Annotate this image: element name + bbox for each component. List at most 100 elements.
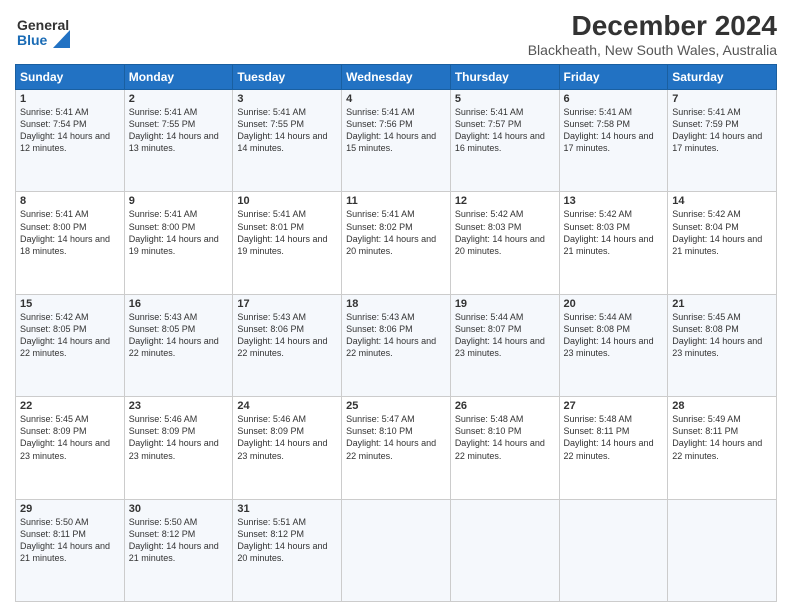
table-row: 9Sunrise: 5:41 AMSunset: 8:00 PMDaylight… <box>124 192 233 294</box>
table-row: 11Sunrise: 5:41 AMSunset: 8:02 PMDayligh… <box>342 192 451 294</box>
page-title: December 2024 <box>528 10 777 42</box>
day-number: 17 <box>237 298 337 310</box>
day-number: 29 <box>20 503 120 515</box>
table-row: 30Sunrise: 5:50 AMSunset: 8:12 PMDayligh… <box>124 499 233 601</box>
table-row: 19Sunrise: 5:44 AMSunset: 8:07 PMDayligh… <box>450 294 559 396</box>
day-number: 26 <box>455 400 555 412</box>
calendar-week-row: 22Sunrise: 5:45 AMSunset: 8:09 PMDayligh… <box>16 397 777 499</box>
calendar-table: Sunday Monday Tuesday Wednesday Thursday… <box>15 64 777 602</box>
day-number: 24 <box>237 400 337 412</box>
day-info: Sunrise: 5:42 AMSunset: 8:05 PMDaylight:… <box>20 311 120 360</box>
day-info: Sunrise: 5:41 AMSunset: 8:02 PMDaylight:… <box>346 208 446 257</box>
day-info: Sunrise: 5:42 AMSunset: 8:03 PMDaylight:… <box>564 208 664 257</box>
day-info: Sunrise: 5:49 AMSunset: 8:11 PMDaylight:… <box>672 413 772 462</box>
day-info: Sunrise: 5:50 AMSunset: 8:11 PMDaylight:… <box>20 516 120 565</box>
table-row: 27Sunrise: 5:48 AMSunset: 8:11 PMDayligh… <box>559 397 668 499</box>
day-info: Sunrise: 5:41 AMSunset: 7:57 PMDaylight:… <box>455 106 555 155</box>
day-number: 21 <box>672 298 772 310</box>
logo: General Blue <box>15 10 70 58</box>
day-info: Sunrise: 5:41 AMSunset: 7:55 PMDaylight:… <box>237 106 337 155</box>
day-info: Sunrise: 5:50 AMSunset: 8:12 PMDaylight:… <box>129 516 229 565</box>
day-number: 31 <box>237 503 337 515</box>
table-row <box>559 499 668 601</box>
calendar-week-row: 29Sunrise: 5:50 AMSunset: 8:11 PMDayligh… <box>16 499 777 601</box>
calendar-week-row: 8Sunrise: 5:41 AMSunset: 8:00 PMDaylight… <box>16 192 777 294</box>
day-info: Sunrise: 5:41 AMSunset: 7:54 PMDaylight:… <box>20 106 120 155</box>
col-monday: Monday <box>124 65 233 90</box>
day-number: 22 <box>20 400 120 412</box>
day-number: 25 <box>346 400 446 412</box>
day-number: 18 <box>346 298 446 310</box>
day-info: Sunrise: 5:48 AMSunset: 8:11 PMDaylight:… <box>564 413 664 462</box>
day-number: 5 <box>455 93 555 105</box>
table-row: 7Sunrise: 5:41 AMSunset: 7:59 PMDaylight… <box>668 90 777 192</box>
table-row: 8Sunrise: 5:41 AMSunset: 8:00 PMDaylight… <box>16 192 125 294</box>
day-number: 6 <box>564 93 664 105</box>
col-sunday: Sunday <box>16 65 125 90</box>
table-row: 17Sunrise: 5:43 AMSunset: 8:06 PMDayligh… <box>233 294 342 396</box>
table-row: 23Sunrise: 5:46 AMSunset: 8:09 PMDayligh… <box>124 397 233 499</box>
table-row: 29Sunrise: 5:50 AMSunset: 8:11 PMDayligh… <box>16 499 125 601</box>
header: General Blue December 2024 Blackheath, N… <box>15 10 777 58</box>
day-number: 1 <box>20 93 120 105</box>
table-row: 6Sunrise: 5:41 AMSunset: 7:58 PMDaylight… <box>559 90 668 192</box>
svg-text:Blue: Blue <box>17 32 48 48</box>
day-number: 14 <box>672 195 772 207</box>
day-info: Sunrise: 5:42 AMSunset: 8:03 PMDaylight:… <box>455 208 555 257</box>
col-thursday: Thursday <box>450 65 559 90</box>
logo-icon: General Blue <box>15 10 70 58</box>
day-number: 10 <box>237 195 337 207</box>
day-info: Sunrise: 5:41 AMSunset: 8:00 PMDaylight:… <box>20 208 120 257</box>
table-row: 2Sunrise: 5:41 AMSunset: 7:55 PMDaylight… <box>124 90 233 192</box>
day-info: Sunrise: 5:44 AMSunset: 8:08 PMDaylight:… <box>564 311 664 360</box>
table-row: 1Sunrise: 5:41 AMSunset: 7:54 PMDaylight… <box>16 90 125 192</box>
table-row: 13Sunrise: 5:42 AMSunset: 8:03 PMDayligh… <box>559 192 668 294</box>
day-number: 9 <box>129 195 229 207</box>
day-info: Sunrise: 5:41 AMSunset: 7:59 PMDaylight:… <box>672 106 772 155</box>
table-row: 3Sunrise: 5:41 AMSunset: 7:55 PMDaylight… <box>233 90 342 192</box>
table-row: 24Sunrise: 5:46 AMSunset: 8:09 PMDayligh… <box>233 397 342 499</box>
page-subtitle: Blackheath, New South Wales, Australia <box>528 42 777 58</box>
table-row: 18Sunrise: 5:43 AMSunset: 8:06 PMDayligh… <box>342 294 451 396</box>
table-row <box>450 499 559 601</box>
day-number: 27 <box>564 400 664 412</box>
day-number: 8 <box>20 195 120 207</box>
svg-text:General: General <box>17 17 69 33</box>
table-row: 4Sunrise: 5:41 AMSunset: 7:56 PMDaylight… <box>342 90 451 192</box>
day-number: 15 <box>20 298 120 310</box>
day-info: Sunrise: 5:46 AMSunset: 8:09 PMDaylight:… <box>237 413 337 462</box>
col-wednesday: Wednesday <box>342 65 451 90</box>
table-row: 15Sunrise: 5:42 AMSunset: 8:05 PMDayligh… <box>16 294 125 396</box>
day-info: Sunrise: 5:41 AMSunset: 7:58 PMDaylight:… <box>564 106 664 155</box>
title-block: December 2024 Blackheath, New South Wale… <box>528 10 777 58</box>
calendar-week-row: 15Sunrise: 5:42 AMSunset: 8:05 PMDayligh… <box>16 294 777 396</box>
table-row <box>342 499 451 601</box>
table-row: 16Sunrise: 5:43 AMSunset: 8:05 PMDayligh… <box>124 294 233 396</box>
day-info: Sunrise: 5:41 AMSunset: 7:55 PMDaylight:… <box>129 106 229 155</box>
day-info: Sunrise: 5:41 AMSunset: 8:01 PMDaylight:… <box>237 208 337 257</box>
day-info: Sunrise: 5:48 AMSunset: 8:10 PMDaylight:… <box>455 413 555 462</box>
day-number: 2 <box>129 93 229 105</box>
table-row: 10Sunrise: 5:41 AMSunset: 8:01 PMDayligh… <box>233 192 342 294</box>
table-row: 25Sunrise: 5:47 AMSunset: 8:10 PMDayligh… <box>342 397 451 499</box>
col-friday: Friday <box>559 65 668 90</box>
table-row: 12Sunrise: 5:42 AMSunset: 8:03 PMDayligh… <box>450 192 559 294</box>
day-number: 23 <box>129 400 229 412</box>
day-info: Sunrise: 5:43 AMSunset: 8:06 PMDaylight:… <box>346 311 446 360</box>
day-number: 11 <box>346 195 446 207</box>
day-info: Sunrise: 5:43 AMSunset: 8:06 PMDaylight:… <box>237 311 337 360</box>
day-info: Sunrise: 5:47 AMSunset: 8:10 PMDaylight:… <box>346 413 446 462</box>
day-info: Sunrise: 5:46 AMSunset: 8:09 PMDaylight:… <box>129 413 229 462</box>
day-info: Sunrise: 5:51 AMSunset: 8:12 PMDaylight:… <box>237 516 337 565</box>
day-number: 19 <box>455 298 555 310</box>
day-number: 13 <box>564 195 664 207</box>
day-info: Sunrise: 5:41 AMSunset: 8:00 PMDaylight:… <box>129 208 229 257</box>
table-row <box>668 499 777 601</box>
col-saturday: Saturday <box>668 65 777 90</box>
table-row: 20Sunrise: 5:44 AMSunset: 8:08 PMDayligh… <box>559 294 668 396</box>
day-info: Sunrise: 5:43 AMSunset: 8:05 PMDaylight:… <box>129 311 229 360</box>
day-number: 20 <box>564 298 664 310</box>
day-number: 3 <box>237 93 337 105</box>
calendar-header-row: Sunday Monday Tuesday Wednesday Thursday… <box>16 65 777 90</box>
table-row: 28Sunrise: 5:49 AMSunset: 8:11 PMDayligh… <box>668 397 777 499</box>
